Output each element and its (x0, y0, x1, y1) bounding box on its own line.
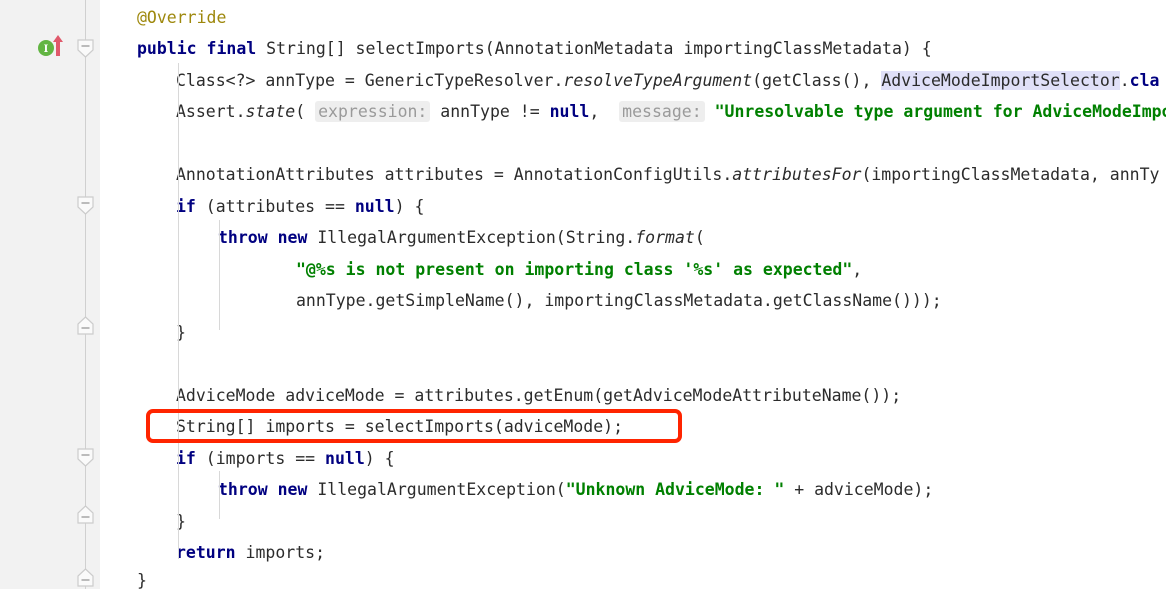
indent-guide (219, 471, 220, 519)
parameter-hint: message: (619, 101, 705, 122)
code-line[interactable]: AnnotationAttributes attributes = Annota… (0, 159, 1166, 191)
code-line[interactable]: if (attributes == null) { (0, 191, 1166, 223)
fold-marker-expand[interactable] (77, 316, 94, 335)
fold-marker-expand[interactable] (77, 505, 94, 524)
code-line[interactable]: @Override (0, 2, 1166, 34)
fold-marker-collapse[interactable] (77, 196, 94, 215)
code-line[interactable]: Class<?> annType = GenericTypeResolver.r… (0, 65, 1166, 97)
code-content[interactable]: @Override public final String[] selectIm… (0, 0, 1166, 589)
code-line[interactable]: } (0, 317, 1166, 349)
parameter-hint: expression: (315, 101, 431, 122)
fold-marker-expand[interactable] (77, 568, 94, 587)
code-line[interactable]: throw new IllegalArgumentException(Strin… (0, 222, 1166, 254)
code-line[interactable]: if (imports == null) { (0, 443, 1166, 475)
code-line[interactable] (0, 348, 1166, 380)
indent-guide (219, 220, 220, 330)
indent-guide (178, 63, 179, 559)
code-line[interactable]: AdviceMode adviceMode = attributes.getEn… (0, 380, 1166, 412)
svg-text:I: I (44, 44, 49, 55)
fold-marker-collapse[interactable] (77, 448, 94, 467)
code-line[interactable] (0, 128, 1166, 160)
code-line[interactable]: throw new IllegalArgumentException("Unkn… (0, 474, 1166, 506)
code-line[interactable]: } (0, 565, 1166, 589)
code-line[interactable]: } (0, 506, 1166, 538)
highlighted-identifier: AdviceModeImportSelector (881, 71, 1120, 90)
annotation-override: @Override (137, 8, 227, 27)
code-line[interactable]: public final String[] selectImports(Anno… (0, 33, 1166, 65)
code-line[interactable]: String[] imports = selectImports(adviceM… (0, 411, 1166, 443)
code-editor[interactable]: 65 66 67 68 69 70 71 72 73 74 75 76 77 7… (0, 0, 1166, 589)
code-line[interactable]: Assert.state( expression: annType != nul… (0, 96, 1166, 128)
code-line[interactable]: annType.getSimpleName(), importingClassM… (0, 285, 1166, 317)
fold-marker-collapse[interactable] (77, 39, 94, 58)
code-line[interactable]: "@%s is not present on importing class '… (0, 254, 1166, 286)
overriding-method-arrow-icon[interactable] (51, 33, 65, 61)
